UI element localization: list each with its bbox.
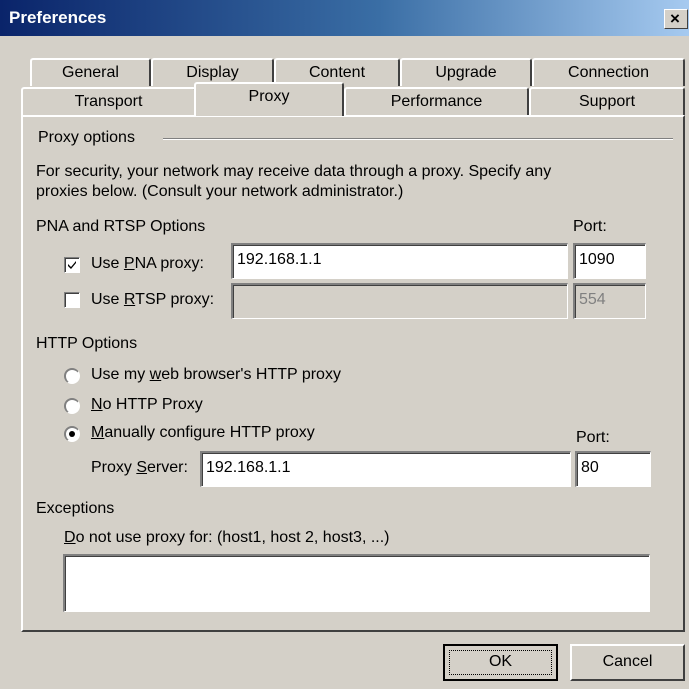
tab-general[interactable]: General bbox=[30, 58, 151, 86]
close-icon: × bbox=[670, 9, 680, 28]
exceptions-heading: Exceptions bbox=[36, 500, 115, 517]
divider bbox=[163, 138, 673, 140]
pna-proxy-host-input[interactable]: 192.168.1.1 bbox=[231, 243, 568, 279]
tab-transport[interactable]: Transport bbox=[21, 87, 196, 115]
pna-rtsp-heading: PNA and RTSP Options bbox=[36, 218, 206, 235]
ok-button[interactable]: OK bbox=[443, 644, 558, 681]
pna-port-label: Port: bbox=[573, 218, 607, 235]
rtsp-proxy-port-input[interactable]: 554 bbox=[573, 283, 646, 319]
use-browser-proxy-label[interactable]: Use my web browser's HTTP proxy bbox=[91, 366, 341, 384]
use-rtsp-proxy-label[interactable]: Use RTSP proxy: bbox=[91, 291, 214, 309]
http-proxy-port-input[interactable]: 80 bbox=[575, 451, 651, 487]
http-options-heading: HTTP Options bbox=[36, 335, 138, 352]
use-rtsp-proxy-checkbox[interactable] bbox=[64, 292, 80, 308]
radio-selected-dot bbox=[69, 431, 75, 437]
title-bar[interactable]: Preferences × bbox=[0, 0, 689, 36]
http-proxy-server-input[interactable]: 192.168.1.1 bbox=[200, 451, 571, 487]
tab-upgrade[interactable]: Upgrade bbox=[400, 58, 532, 86]
proxy-server-label: Proxy Server: bbox=[91, 459, 188, 476]
http-port-label: Port: bbox=[576, 429, 610, 446]
preferences-window: Preferences × General Display Content Up… bbox=[0, 0, 689, 689]
use-pna-proxy-checkbox[interactable] bbox=[64, 257, 80, 273]
radio-use-browser-proxy[interactable] bbox=[64, 368, 80, 384]
close-button[interactable]: × bbox=[664, 9, 688, 29]
window-title: Preferences bbox=[9, 8, 107, 27]
radio-manual-http-proxy[interactable] bbox=[64, 426, 80, 442]
tab-performance[interactable]: Performance bbox=[344, 87, 529, 115]
focus-rect bbox=[449, 650, 552, 675]
radio-no-http-proxy[interactable] bbox=[64, 398, 80, 414]
checkmark-icon bbox=[68, 261, 76, 269]
tab-proxy[interactable]: Proxy bbox=[194, 82, 344, 116]
tab-support[interactable]: Support bbox=[529, 87, 685, 115]
proxy-description-line-1: For security, your network may receive d… bbox=[36, 163, 552, 180]
no-http-proxy-label[interactable]: No HTTP Proxy bbox=[91, 396, 203, 414]
use-pna-proxy-label[interactable]: Use PNA proxy: bbox=[91, 255, 204, 273]
cancel-button[interactable]: Cancel bbox=[570, 644, 685, 681]
rtsp-proxy-host-input[interactable] bbox=[231, 283, 568, 319]
proxy-description-line-2: proxies below. (Consult your network adm… bbox=[36, 183, 404, 200]
exceptions-input[interactable] bbox=[63, 554, 650, 612]
proxy-options-heading: Proxy options bbox=[38, 129, 135, 146]
manual-http-proxy-label[interactable]: Manually configure HTTP proxy bbox=[91, 424, 315, 442]
pna-proxy-port-input[interactable]: 1090 bbox=[573, 243, 646, 279]
proxy-panel: Proxy options For security, your network… bbox=[21, 115, 685, 632]
tab-connection[interactable]: Connection bbox=[532, 58, 685, 86]
exceptions-label: Do not use proxy for: (host1, host 2, ho… bbox=[64, 529, 390, 546]
